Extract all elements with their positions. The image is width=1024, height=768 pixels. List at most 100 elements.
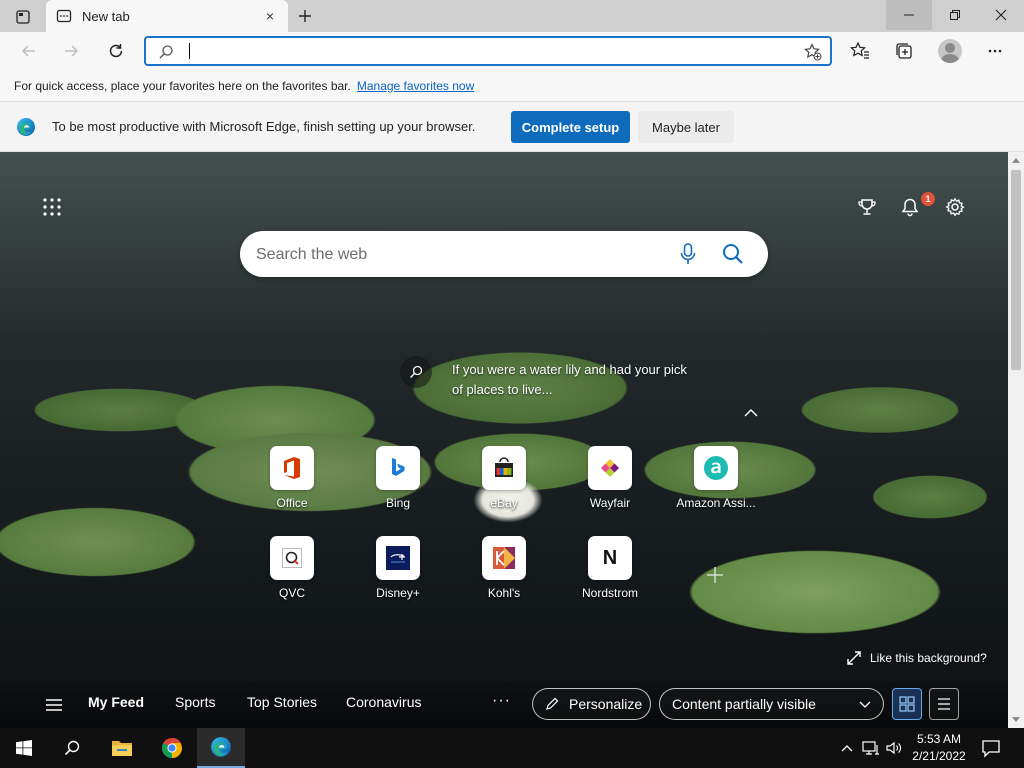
- quick-link-bing[interactable]: Bing: [348, 446, 448, 524]
- rewards-button[interactable]: [855, 195, 879, 219]
- favorites-bar-hint: For quick access, place your favorites h…: [14, 78, 351, 93]
- show-hidden-icons-button[interactable]: [838, 739, 856, 757]
- grid-layout-icon: [899, 696, 915, 712]
- quick-link-wayfair[interactable]: Wayfair: [560, 446, 660, 524]
- quick-link-label: Kohl's: [487, 586, 521, 600]
- start-button[interactable]: [0, 728, 48, 768]
- taskbar-clock[interactable]: 5:53 AM 2/21/2022: [904, 731, 974, 765]
- scroll-down-arrow-icon: [1012, 717, 1020, 722]
- refresh-button[interactable]: [101, 36, 131, 66]
- add-favorite-icon[interactable]: [804, 43, 822, 61]
- forward-button[interactable]: [56, 36, 86, 66]
- tab-close-button[interactable]: ×: [262, 8, 278, 24]
- feed-tab-coronavirus[interactable]: Coronavirus: [346, 694, 421, 710]
- quick-link-tile[interactable]: [376, 536, 420, 580]
- favorites-bar: For quick access, place your favorites h…: [0, 70, 1024, 102]
- notifications-button[interactable]: [898, 195, 922, 219]
- chevron-up-icon[interactable]: [742, 406, 760, 420]
- minimize-button[interactable]: [886, 0, 932, 30]
- story-search-button[interactable]: [400, 356, 432, 388]
- quick-link-tile[interactable]: [482, 446, 526, 490]
- action-center-icon[interactable]: [980, 738, 1002, 758]
- search-submit-icon[interactable]: [721, 242, 745, 266]
- quick-link-tile[interactable]: [588, 446, 632, 490]
- new-tab-button[interactable]: [292, 4, 318, 28]
- taskbar-edge[interactable]: [197, 728, 245, 768]
- favorites-button[interactable]: [847, 38, 873, 64]
- speaker-icon: [886, 741, 901, 755]
- personalize-button[interactable]: Personalize: [532, 688, 651, 720]
- scroll-up-button[interactable]: [1008, 152, 1024, 168]
- tab-new-tab[interactable]: New tab ×: [46, 0, 288, 32]
- hamburger-menu-icon[interactable]: [44, 697, 64, 713]
- scroll-thumb[interactable]: [1011, 170, 1021, 370]
- quick-link-tile[interactable]: [482, 536, 526, 580]
- gear-icon: [945, 197, 965, 217]
- web-search-box[interactable]: [240, 231, 768, 277]
- quick-link-qvc[interactable]: QVC: [242, 536, 342, 614]
- chevron-up-icon: [841, 745, 853, 752]
- minimize-icon: [904, 14, 914, 16]
- feed-tab-top-stories[interactable]: Top Stories: [247, 694, 317, 710]
- scroll-down-button[interactable]: [1008, 712, 1024, 728]
- quick-link-office[interactable]: Office: [242, 446, 342, 524]
- quick-link-tile[interactable]: [376, 446, 420, 490]
- quick-link-label: Wayfair: [589, 496, 631, 510]
- back-arrow-icon: [21, 45, 35, 57]
- clock-date: 2/21/2022: [912, 749, 966, 763]
- content-visibility-dropdown[interactable]: Content partially visible: [659, 688, 884, 720]
- maybe-later-button[interactable]: Maybe later: [638, 111, 734, 143]
- text-caret: [189, 43, 190, 59]
- quick-link-amazon-assistant[interactable]: Amazon Assi...: [666, 446, 766, 524]
- quick-link-label: Office: [276, 496, 308, 510]
- close-window-button[interactable]: [978, 0, 1024, 30]
- restore-button[interactable]: [932, 0, 978, 30]
- taskbar-chrome[interactable]: [148, 728, 196, 768]
- quick-link-tile[interactable]: N: [588, 536, 632, 580]
- more-dots-icon: [988, 49, 1002, 53]
- windows-logo-icon: [16, 740, 32, 756]
- page-settings-button[interactable]: [943, 195, 967, 219]
- grid-view-button[interactable]: [892, 688, 922, 720]
- like-background-button[interactable]: Like this background?: [846, 650, 987, 666]
- taskbar-file-explorer[interactable]: [98, 728, 146, 768]
- search-icon: [159, 45, 173, 59]
- quick-link-kohls[interactable]: Kohl's: [454, 536, 554, 614]
- quick-link-disney-plus[interactable]: Disney+: [348, 536, 448, 614]
- settings-and-more-button[interactable]: [982, 38, 1008, 64]
- tab-actions-button[interactable]: [8, 6, 38, 28]
- quick-link-label: Bing: [385, 496, 411, 510]
- feed-tab-sports[interactable]: Sports: [175, 694, 215, 710]
- volume-button[interactable]: [885, 739, 903, 757]
- address-input[interactable]: [186, 41, 786, 61]
- network-button[interactable]: [862, 739, 880, 757]
- quick-link-ebay[interactable]: eBay: [454, 446, 554, 524]
- quick-link-tile[interactable]: [270, 536, 314, 580]
- feed-tab-my-feed[interactable]: My Feed: [88, 694, 144, 710]
- content-visibility-value: Content partially visible: [672, 696, 816, 712]
- address-bar[interactable]: [144, 36, 832, 66]
- quick-link-label: Disney+: [376, 586, 420, 600]
- collections-button[interactable]: [891, 38, 917, 64]
- profile-avatar[interactable]: [938, 39, 962, 63]
- manage-favorites-link[interactable]: Manage favorites now: [357, 79, 474, 93]
- quick-link-tile[interactable]: [270, 446, 314, 490]
- web-search-input[interactable]: [256, 244, 656, 266]
- taskbar-search-button[interactable]: [48, 728, 96, 768]
- new-tab-page-icon: [56, 9, 72, 23]
- feed-more-button[interactable]: ···: [492, 692, 511, 710]
- complete-setup-button[interactable]: Complete setup: [511, 111, 630, 143]
- quick-link-label: eBay: [490, 496, 518, 510]
- tab-title: New tab: [82, 8, 130, 24]
- story-headline[interactable]: If you were a water lily and had your pi…: [452, 360, 732, 400]
- quick-link-tile[interactable]: [694, 446, 738, 490]
- page-scrollbar[interactable]: [1008, 152, 1024, 728]
- like-background-label: Like this background?: [870, 651, 987, 665]
- back-button[interactable]: [14, 36, 44, 66]
- app-launcher-icon[interactable]: [42, 197, 62, 217]
- ebay-icon: [495, 457, 513, 477]
- list-view-button[interactable]: [929, 688, 959, 720]
- microphone-icon[interactable]: [678, 242, 698, 266]
- quick-link-nordstrom[interactable]: N Nordstrom: [560, 536, 660, 614]
- add-quick-link-button[interactable]: [700, 560, 730, 590]
